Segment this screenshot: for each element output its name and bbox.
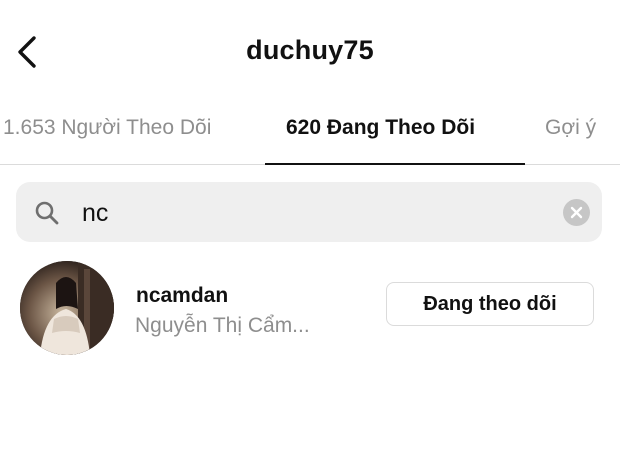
avatar[interactable] [20, 261, 114, 355]
tab-suggestions[interactable]: Gợi ý [545, 116, 596, 140]
page-title: duchuy75 [246, 35, 374, 65]
tab-bar: 1.653 Người Theo Dõi 620 Đang Theo Dõi G… [0, 100, 620, 165]
following-button[interactable]: Đang theo dõi [386, 282, 594, 326]
active-tab-indicator [265, 163, 525, 165]
result-full-name: Nguyễn Thị Cẩm... [135, 314, 310, 337]
list-item[interactable]: ncamdan Nguyễn Thị Cẩm... Đang theo dõi [0, 258, 620, 358]
header: duchuy75 [0, 0, 620, 100]
search-input[interactable] [80, 191, 554, 235]
result-username[interactable]: ncamdan [136, 284, 228, 308]
clear-icon[interactable] [563, 199, 590, 226]
search-icon [35, 201, 59, 225]
tab-following[interactable]: 620 Đang Theo Dõi [286, 116, 475, 140]
tab-followers[interactable]: 1.653 Người Theo Dõi [3, 116, 211, 140]
search-bar [16, 182, 602, 242]
